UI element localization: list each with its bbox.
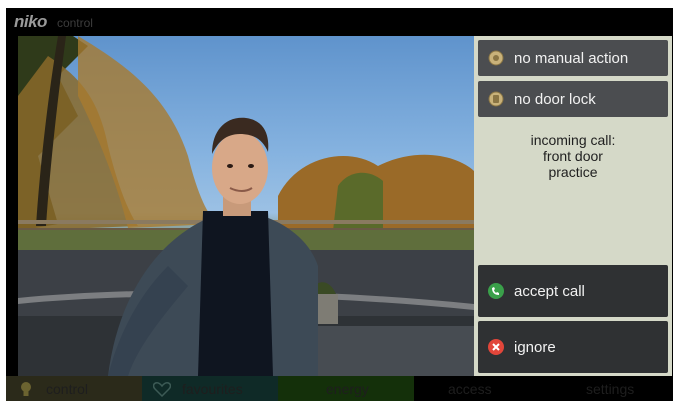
- phone-accept-icon: [478, 282, 514, 300]
- call-status: incoming call:: [530, 132, 616, 148]
- reject-icon: [478, 338, 514, 356]
- accept-call-button[interactable]: accept call: [478, 265, 668, 317]
- bottom-nav: control favourites energy access setting…: [6, 376, 673, 401]
- tab-control[interactable]: control: [6, 376, 142, 401]
- intercom-video-feed: [18, 36, 474, 376]
- accept-call-label: accept call: [514, 282, 585, 300]
- tab-access-label: access: [448, 380, 492, 397]
- no-door-lock-button[interactable]: no door lock: [478, 81, 668, 117]
- brand-header: niko control: [14, 12, 93, 34]
- call-site: practice: [548, 164, 598, 180]
- video-image: [18, 36, 474, 376]
- ignore-label: ignore: [514, 338, 556, 356]
- tab-settings-label: settings: [586, 380, 635, 397]
- tab-energy[interactable]: energy: [278, 376, 414, 401]
- tab-favourites[interactable]: favourites: [142, 376, 278, 401]
- tab-access[interactable]: access: [414, 376, 550, 401]
- tab-energy-label: energy: [326, 380, 369, 397]
- lightbulb-icon: [14, 379, 38, 399]
- door-lock-icon: [478, 90, 514, 108]
- brand-logo: niko: [14, 12, 47, 31]
- no-manual-action-button[interactable]: no manual action: [478, 40, 668, 76]
- tab-settings[interactable]: settings: [550, 376, 673, 401]
- tab-favourites-label: favourites: [182, 380, 243, 397]
- ignore-button[interactable]: ignore: [478, 321, 668, 373]
- call-location: front door: [543, 148, 603, 164]
- heart-icon: [150, 379, 174, 399]
- incoming-call-info: incoming call: front door practice: [474, 132, 672, 180]
- tab-control-label: control: [46, 380, 89, 397]
- manual-action-icon: [478, 49, 514, 67]
- no-door-lock-label: no door lock: [514, 90, 596, 108]
- call-panel: no manual action no door lock incoming c…: [474, 36, 672, 376]
- brand-subtitle: control: [56, 16, 93, 30]
- no-manual-action-label: no manual action: [514, 49, 629, 67]
